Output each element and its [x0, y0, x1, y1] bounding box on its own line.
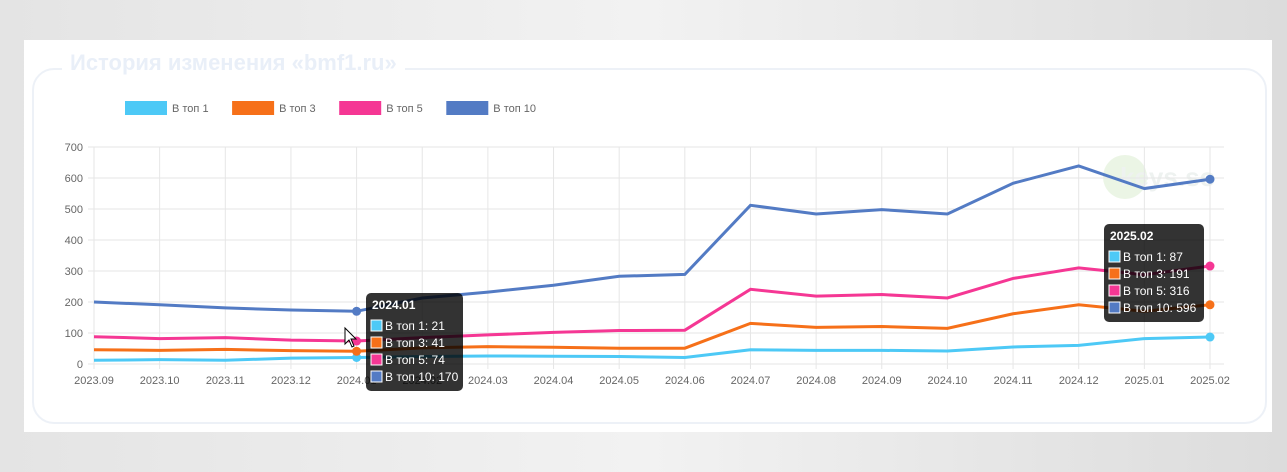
legend-label: В топ 1 — [172, 103, 209, 115]
tooltip-line: В топ 1: 21 — [385, 319, 445, 333]
tooltip-swatch — [1108, 301, 1121, 314]
x-tick-label: 2024.11 — [994, 375, 1033, 387]
x-tick-label: 2024.08 — [796, 375, 836, 387]
legend-swatch — [125, 101, 167, 115]
data-point — [352, 346, 362, 356]
x-tick-label: 2025.02 — [1190, 375, 1230, 387]
y-tick-label: 0 — [77, 359, 83, 371]
y-tick-label: 700 — [65, 142, 83, 154]
line-chart[interactable]: keys.so 0 100 200 300 400 500 600 700 2023.09 2023… — [0, 0, 1287, 472]
tooltip-swatch — [370, 370, 383, 383]
x-tick-label: 2023.12 — [271, 375, 311, 387]
x-tick-label: 2024.07 — [731, 375, 771, 387]
x-tick-label: 2023.09 — [74, 375, 114, 387]
y-tick-label: 100 — [65, 328, 83, 340]
legend-swatch — [339, 101, 382, 115]
x-tick-label: 2024.06 — [665, 375, 705, 387]
tooltip-title: 2024.01 — [372, 298, 416, 312]
tooltip-line: В топ 1: 87 — [1123, 250, 1183, 264]
legend-label: В топ 5 — [386, 103, 423, 115]
y-tick-label: 500 — [65, 204, 83, 216]
series-line — [93, 303, 1211, 353]
x-tick-label: 2024.12 — [1059, 375, 1099, 387]
tooltip-swatch — [370, 353, 383, 366]
series-line — [93, 264, 1211, 343]
legend-swatch — [232, 101, 275, 115]
x-tick-label: 2025.01 — [1124, 375, 1164, 387]
y-tick-label: 300 — [65, 266, 83, 278]
legend-swatch — [446, 101, 489, 115]
x-tick-label: 2024.09 — [862, 375, 902, 387]
tooltip-swatch — [1108, 250, 1121, 263]
tooltip-line: В топ 5: 316 — [1123, 284, 1190, 298]
tooltip-swatch — [1108, 267, 1121, 280]
tooltip-title: 2025.02 — [1110, 229, 1154, 243]
data-point — [1205, 174, 1215, 184]
legend-label: В топ 10 — [493, 103, 536, 115]
x-tick-label: 2024.04 — [534, 375, 574, 387]
x-tick-label: 2024.10 — [928, 375, 968, 387]
data-point — [1205, 332, 1215, 342]
x-tick-label: 2023.10 — [140, 375, 180, 387]
x-tick-label: 2023.11 — [206, 375, 245, 387]
x-tick-label: 2024.05 — [599, 375, 639, 387]
tooltip-line: В топ 10: 596 — [1123, 301, 1197, 315]
watermark-text: keys.so — [1120, 162, 1215, 192]
tooltip-swatch — [1108, 284, 1121, 297]
tooltip-line: В топ 3: 41 — [385, 336, 445, 350]
y-tick-label: 400 — [65, 235, 83, 247]
y-tick-label: 200 — [65, 297, 83, 309]
tooltip-line: В топ 5: 74 — [385, 353, 445, 367]
series-line — [93, 164, 1211, 313]
x-tick-label: 2024.03 — [468, 375, 508, 387]
tooltip-line: В топ 3: 191 — [1123, 267, 1190, 281]
tooltip-line: В топ 10: 170 — [385, 370, 459, 384]
tooltip-swatch — [370, 319, 383, 332]
y-tick-label: 600 — [65, 173, 83, 185]
data-point — [352, 306, 362, 316]
legend-label: В топ 3 — [279, 103, 316, 115]
data-point — [1205, 300, 1215, 310]
tooltip-swatch — [370, 336, 383, 349]
data-point — [1205, 261, 1215, 271]
